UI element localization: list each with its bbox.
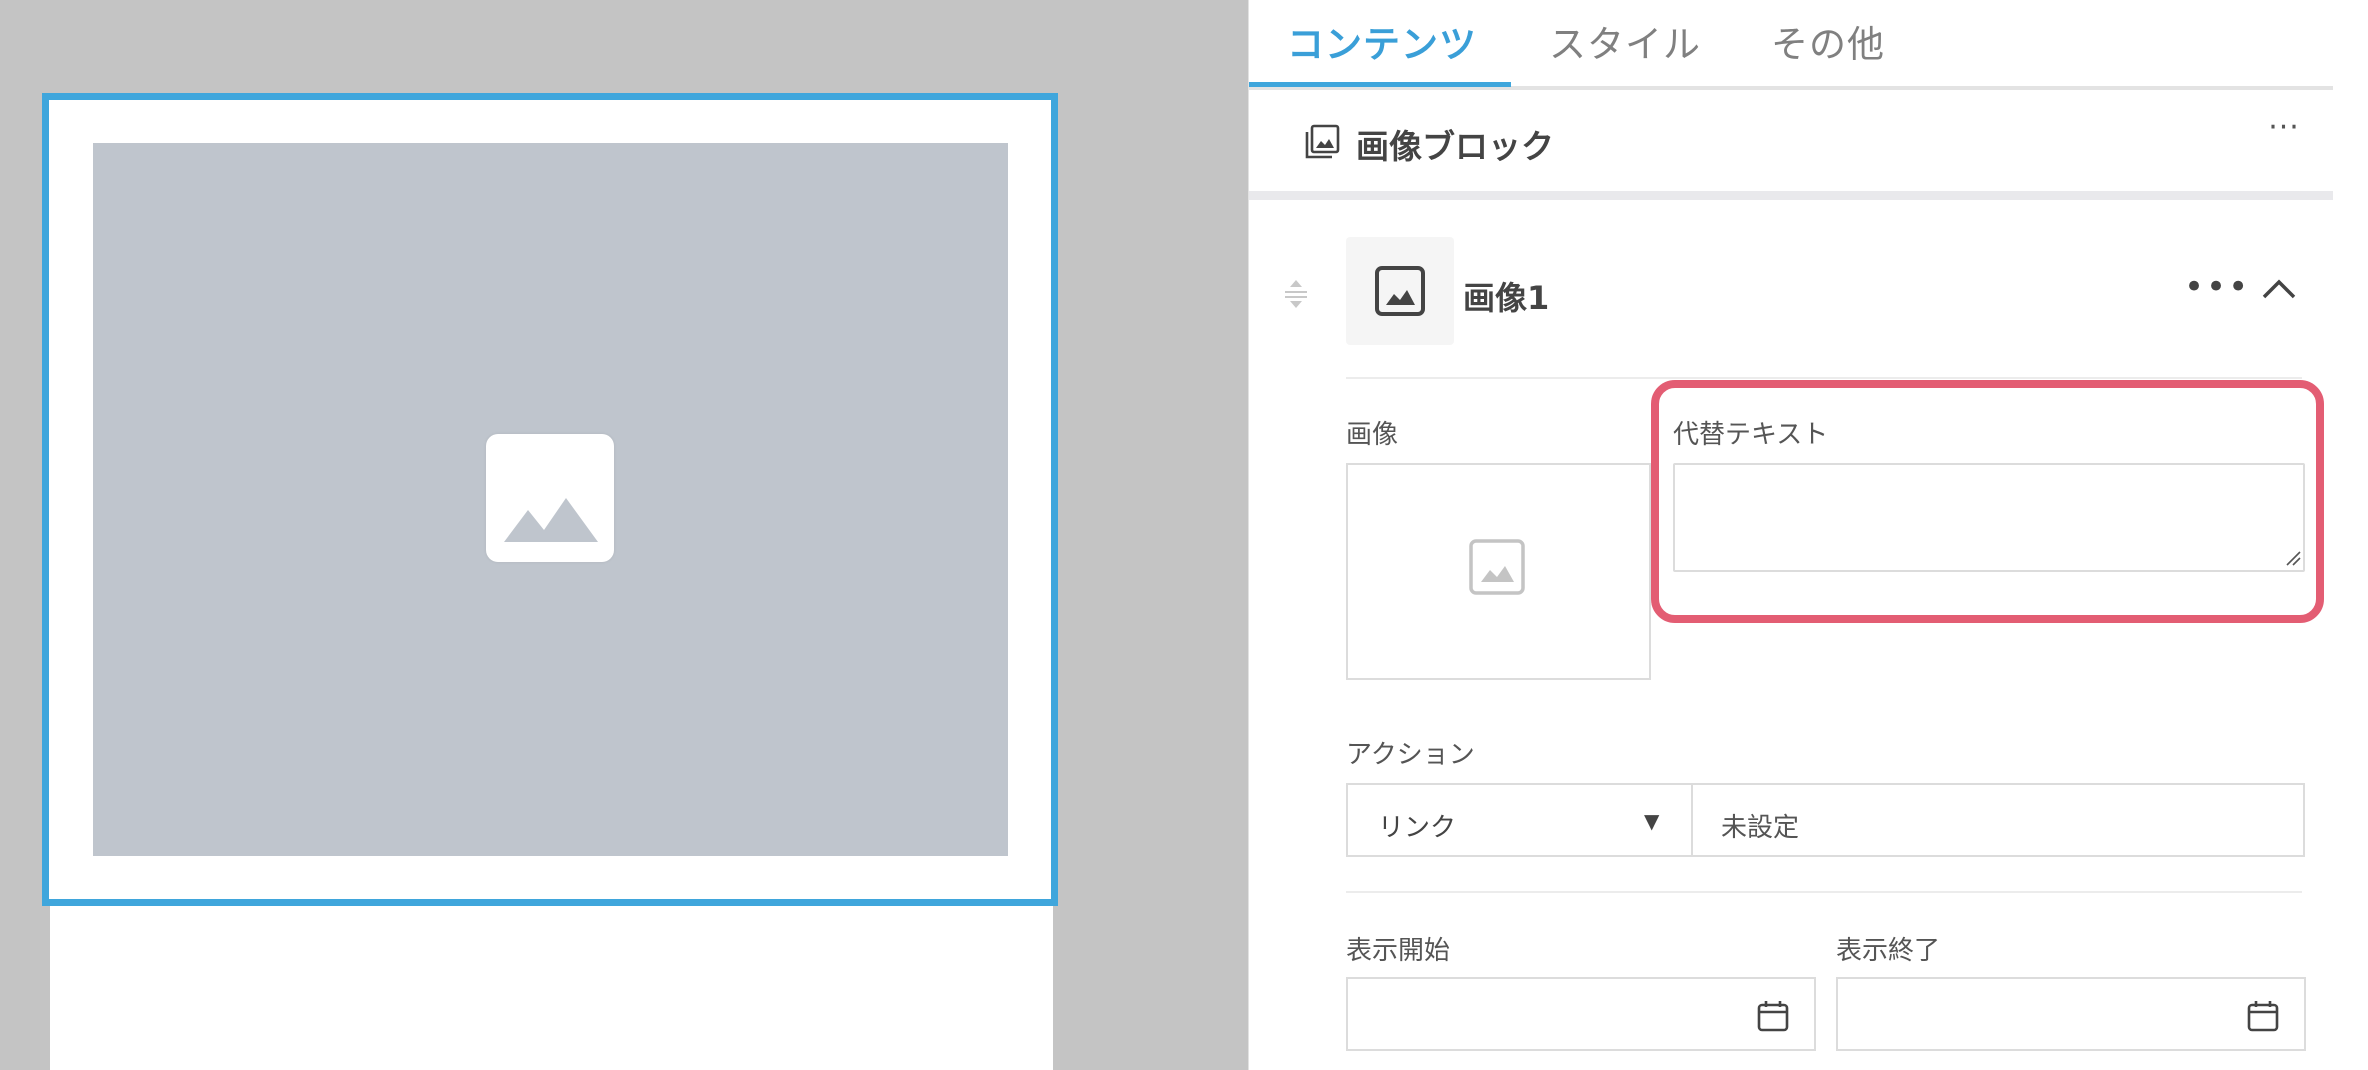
display-start-label: 表示開始 [1346, 936, 1451, 966]
image-placeholder-icon [486, 434, 614, 562]
calendar-icon[interactable] [1756, 999, 1790, 1037]
image-item-row: 画像1 ••• [1249, 215, 2333, 379]
drag-handle-icon[interactable] [1279, 277, 1313, 315]
alt-text-input[interactable] [1673, 463, 2305, 572]
action-target-field[interactable]: 未設定 [1691, 783, 2305, 857]
item-thumbnail [1346, 237, 1454, 345]
calendar-icon[interactable] [2246, 999, 2280, 1037]
image-upload-icon [1469, 539, 1525, 595]
caret-down-icon: ▼ [1644, 809, 1660, 833]
image-block-icon [1304, 124, 1340, 164]
properties-panel: コンテンツ スタイル その他 画像ブロック ··· 画像1 ••• 画像 代替テ… [1248, 0, 2368, 1070]
image-placeholder [93, 143, 1008, 856]
chevron-up-icon[interactable] [2259, 273, 2299, 307]
editor-canvas [0, 0, 1248, 1070]
image-icon [1375, 266, 1425, 316]
image-field-label: 画像 [1346, 420, 1399, 450]
item-divider [1346, 377, 2302, 379]
section-divider [1346, 891, 2302, 893]
item-more-menu-button[interactable]: ••• [2184, 267, 2250, 307]
block-more-menu-button[interactable]: ··· [2259, 110, 2309, 150]
block-header: 画像ブロック ··· [1249, 90, 2333, 200]
selected-image-block[interactable] [42, 93, 1058, 906]
resize-grip-icon[interactable] [2285, 550, 2301, 570]
display-start-date-field[interactable] [1346, 977, 1816, 1051]
item-title: 画像1 [1463, 279, 1550, 317]
display-end-label: 表示終了 [1836, 936, 1941, 966]
action-label: アクション [1346, 740, 1475, 770]
display-end-date-field[interactable] [1836, 977, 2306, 1051]
action-target-value: 未設定 [1721, 813, 1800, 843]
image-upload-field[interactable] [1346, 463, 1651, 680]
tab-contents[interactable]: コンテンツ [1287, 14, 1477, 68]
tab-other[interactable]: その他 [1771, 14, 1885, 68]
action-type-select[interactable]: リンク ▼ [1346, 783, 1691, 857]
alt-text-label: 代替テキスト [1673, 420, 1829, 450]
tab-style[interactable]: スタイル [1549, 14, 1701, 68]
active-tab-indicator [1249, 82, 1511, 87]
tab-bar: コンテンツ スタイル その他 [1249, 0, 2333, 90]
action-type-value: リンク [1378, 813, 1457, 843]
block-title: 画像ブロック [1356, 127, 1554, 166]
